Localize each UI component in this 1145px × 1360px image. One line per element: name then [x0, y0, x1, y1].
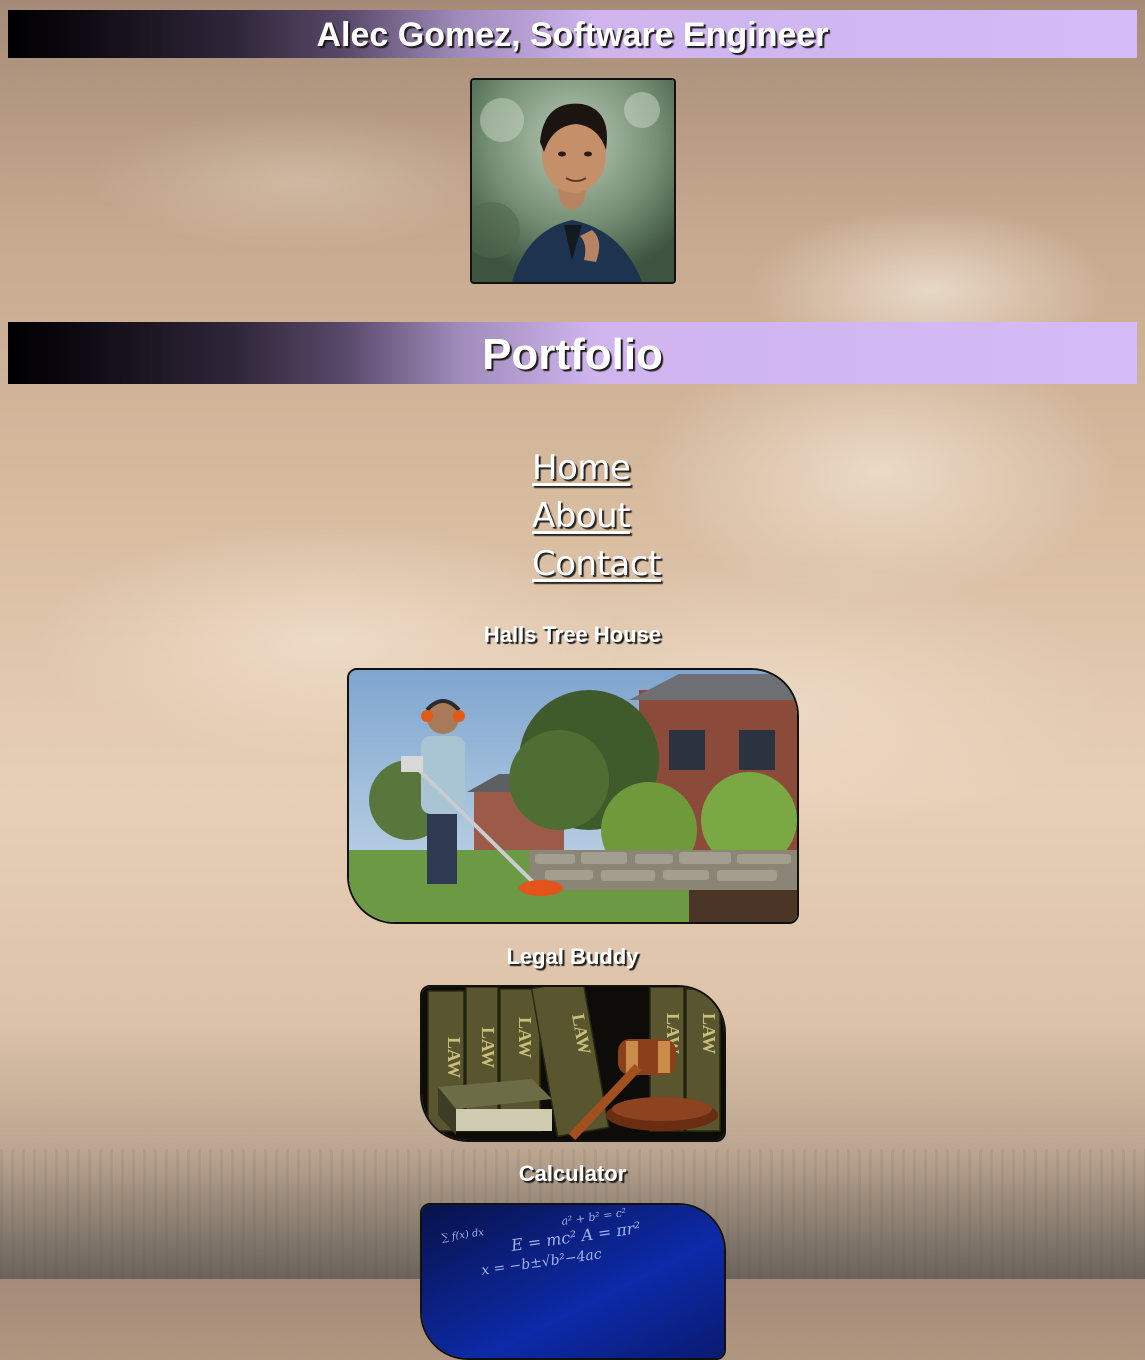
law-books-gavel-image: LAW LAW LAW LAW LAW LAW — [422, 987, 724, 1140]
profile-photo — [470, 78, 676, 284]
math-formulas-image: E = mc² A = πr² x = −b±√b²−4ac a² + b² =… — [422, 1205, 724, 1358]
project-title-halls-tree-house: Halls Tree House — [483, 622, 662, 647]
svg-text:LAW: LAW — [444, 1037, 464, 1078]
svg-text:LAW: LAW — [699, 1013, 719, 1054]
nav-link-about[interactable]: About — [532, 492, 661, 540]
project-image-halls-tree-house[interactable] — [347, 668, 799, 924]
svg-text:LAW: LAW — [478, 1027, 498, 1068]
nav-link-contact[interactable]: Contact — [532, 540, 661, 588]
svg-text:LAW: LAW — [515, 1017, 535, 1058]
project-image-calculator[interactable]: E = mc² A = πr² x = −b±√b²−4ac a² + b² =… — [420, 1203, 726, 1360]
project-title-calculator: Calculator — [518, 1161, 627, 1186]
portfolio-banner: Portfolio — [8, 322, 1137, 384]
lawn-worker-image — [349, 670, 797, 922]
project-title-legal-buddy: Legal Buddy — [506, 944, 639, 969]
nav-link-home[interactable]: Home — [532, 444, 661, 492]
page-title: Alec Gomez, Software Engineer — [316, 16, 829, 54]
project-image-legal-buddy[interactable]: LAW LAW LAW LAW LAW LAW — [420, 985, 726, 1142]
portfolio-heading: Portfolio — [482, 330, 663, 379]
profile-photo-image — [472, 80, 674, 282]
page-header-banner: Alec Gomez, Software Engineer — [8, 10, 1137, 58]
main-nav: Home About Contact — [532, 444, 661, 588]
